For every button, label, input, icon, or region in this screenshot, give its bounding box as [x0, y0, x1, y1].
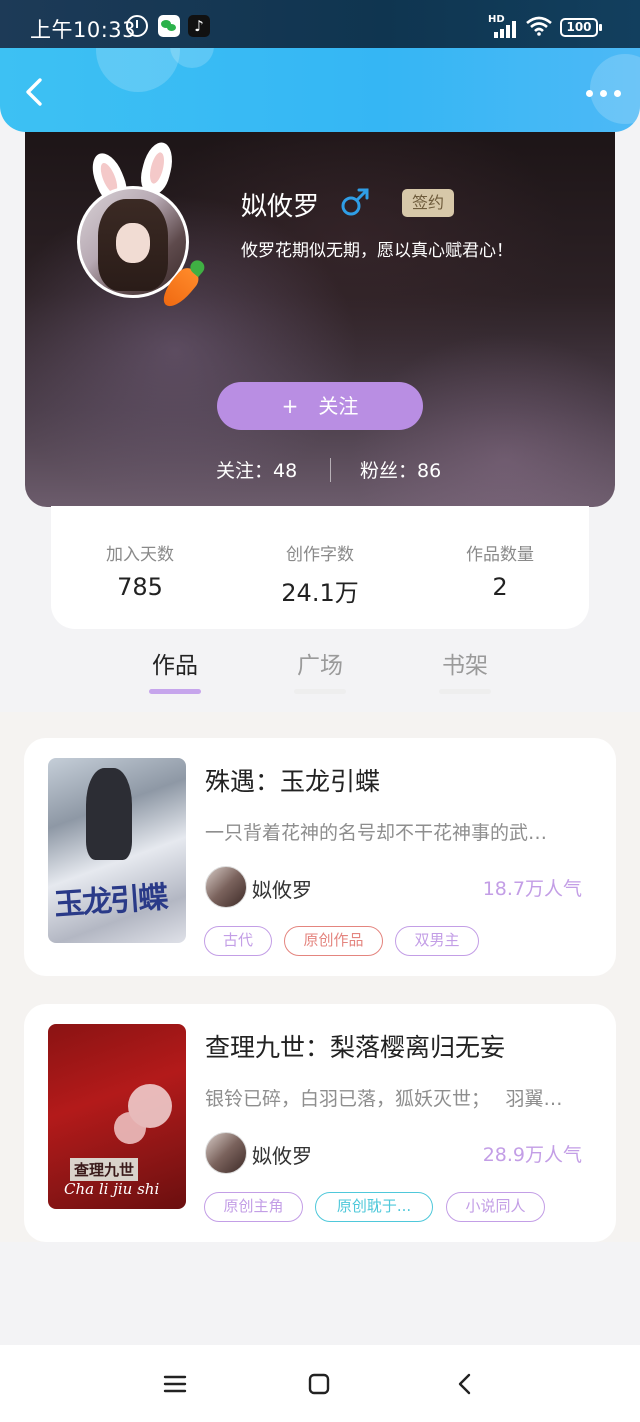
stat-label: 作品数量: [466, 545, 534, 565]
tag[interactable]: 原创作品: [284, 926, 383, 956]
stat-label: 创作字数: [286, 545, 354, 565]
tiktok-icon: ♪: [188, 15, 210, 37]
book-cover[interactable]: 玉龙引蝶: [48, 758, 186, 943]
home-square-icon[interactable]: [304, 1369, 334, 1399]
user-motto: 攸罗花期似无期，愿以真心赋君心！: [241, 241, 513, 261]
tab-square[interactable]: 广场: [280, 646, 360, 680]
book-card[interactable]: 查理九世 Cha li jiu shi 查理九世：梨落樱离归无妄 银铃已碎，白羽…: [24, 1004, 616, 1242]
divider: [330, 458, 331, 482]
book-author: 姒攸罗: [252, 878, 312, 902]
follow-stats: 关注：48 粉丝：86: [25, 456, 615, 486]
book-title[interactable]: 殊遇：玉龙引蝶: [205, 762, 380, 798]
tag[interactable]: 小说同人: [446, 1192, 545, 1222]
back-button[interactable]: [18, 74, 54, 110]
alarm-icon: [126, 15, 148, 37]
book-author: 姒攸罗: [252, 1144, 312, 1168]
menu-icon[interactable]: [160, 1369, 190, 1399]
top-header: [0, 48, 640, 132]
author-avatar: [205, 1132, 247, 1174]
author-avatar: [205, 866, 247, 908]
book-cover[interactable]: 查理九世 Cha li jiu shi: [48, 1024, 186, 1209]
follow-label: 关注: [318, 394, 359, 418]
system-nav-bar: [0, 1345, 640, 1422]
wechat-icon: [158, 15, 180, 37]
following-count[interactable]: 关注：48: [216, 456, 297, 483]
stat-label: 加入天数: [106, 545, 174, 565]
book-description: 银铃已碎，白羽已落，狐妖灭世； 羽翼…: [205, 1088, 563, 1110]
book-popularity: 18.7万人气: [482, 878, 582, 900]
tab-active-indicator: [149, 689, 201, 694]
stat-value: 785: [117, 573, 163, 601]
follow-button[interactable]: + 关注: [217, 382, 423, 430]
signed-badge: 签约: [402, 189, 455, 217]
more-button[interactable]: [586, 88, 622, 98]
user-name: 姒攸罗: [241, 192, 320, 222]
stats-card: 加入天数 785 创作字数 24.1万 作品数量 2: [51, 506, 589, 629]
stat-value: 24.1万: [281, 579, 359, 607]
back-icon[interactable]: [450, 1369, 480, 1399]
tab-works[interactable]: 作品: [135, 646, 215, 680]
book-description: 一只背着花神的名号却不干花神事的武…: [205, 822, 548, 844]
male-gender-icon: [341, 188, 369, 216]
battery-icon: 100: [560, 18, 602, 37]
stat-work-count: 作品数量 2: [420, 540, 580, 601]
tag[interactable]: 原创主角: [204, 1192, 303, 1222]
tag[interactable]: 古代: [204, 926, 272, 956]
tab-indicator: [439, 689, 491, 694]
stat-join-days: 加入天数 785: [60, 540, 220, 601]
status-time: 上午10:33: [30, 18, 137, 42]
tab-bookshelf[interactable]: 书架: [425, 646, 505, 680]
book-popularity: 28.9万人气: [482, 1144, 582, 1166]
cover-title: 查理九世: [70, 1158, 139, 1181]
stat-word-count: 创作字数 24.1万: [240, 540, 400, 608]
more-dots-icon: [586, 90, 593, 97]
tag[interactable]: 双男主: [395, 926, 479, 956]
fans-count[interactable]: 粉丝：86: [360, 456, 441, 483]
tab-indicator: [294, 689, 346, 694]
tag[interactable]: 原创耽于...: [315, 1192, 433, 1222]
book-title[interactable]: 查理九世：梨落樱离归无妄: [205, 1028, 505, 1064]
status-bar: 上午10:33 ♪ HD 100: [0, 0, 640, 48]
plus-icon: +: [281, 394, 299, 418]
book-card[interactable]: 玉龙引蝶 殊遇：玉龙引蝶 一只背着花神的名号却不干花神事的武… 姒攸罗 18.7…: [24, 738, 616, 976]
signal-icon: [490, 20, 520, 38]
wifi-icon: [526, 16, 552, 36]
profile-tabs: 作品 广场 书架: [0, 640, 640, 704]
chevron-left-icon: [26, 78, 42, 106]
cover-title: 玉龙引蝶: [53, 880, 168, 923]
avatar-frame[interactable]: [77, 139, 203, 312]
cover-pinyin: Cha li jiu shi: [64, 1180, 160, 1198]
stat-value: 2: [492, 573, 508, 601]
profile-card: 姒攸罗 签约 攸罗花期似无期，愿以真心赋君心！ + 关注 关注：48 粉丝：86: [25, 120, 615, 507]
